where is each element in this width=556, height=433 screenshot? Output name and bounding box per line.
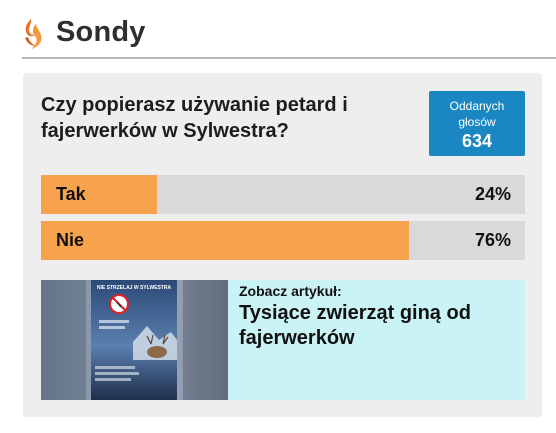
article-kicker: Zobacz artykuł: — [239, 283, 342, 299]
poll-option-percent: 24% — [474, 184, 511, 204]
no-fireworks-icon — [109, 294, 129, 314]
section-title: Sondy — [56, 16, 146, 48]
poll-option-label: Tak — [56, 184, 86, 204]
section-divider — [22, 57, 556, 59]
related-article-link[interactable]: NIE STRZELAJ W SYLWESTRA Zobacz artykuł:… — [41, 280, 525, 400]
votes-count: 634 — [461, 131, 493, 151]
article-title[interactable]: Tysiące zwierząt giną od fajerwerków — [239, 301, 519, 351]
logo-flame-icon — [25, 19, 42, 49]
poll-option-percent: 76% — [474, 230, 511, 250]
poll-widget: Czy popierasz używanie petard i fajerwer… — [23, 73, 542, 417]
article-thumbnail[interactable]: NIE STRZELAJ W SYLWESTRA — [41, 280, 228, 400]
poll-option-label: Nie — [56, 230, 85, 250]
poll-option-bar — [41, 221, 409, 260]
votes-label: Oddanych głosów — [449, 99, 505, 129]
thumbnail-heading: NIE STRZELAJ W SYLWESTRA — [97, 285, 172, 291]
poll-option-tak[interactable]: Tak 24% — [41, 175, 525, 214]
poll-question: Czy popierasz używanie petard i fajerwer… — [41, 94, 348, 142]
section-header: Sondy — [22, 14, 556, 58]
poll-option-nie[interactable]: Nie 76% — [41, 221, 525, 260]
votes-badge: Oddanych głosów 634 — [429, 91, 525, 156]
